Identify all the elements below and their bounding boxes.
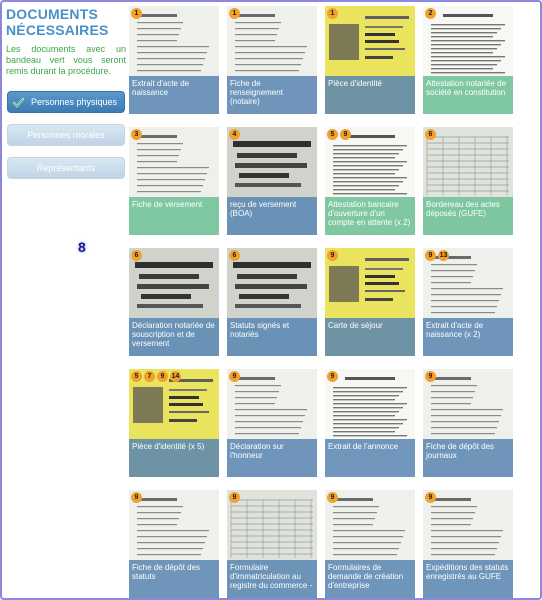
document-card[interactable]: 1 Fiche de renseignement (notaire) bbox=[227, 6, 317, 114]
document-card[interactable]: 9 Formulaires de demande de création d'en… bbox=[325, 490, 415, 598]
step-number-badge: 6 bbox=[131, 250, 142, 261]
step-number-badge: 1 bbox=[229, 8, 240, 19]
document-card[interactable]: 5 9 Attestation bancaire d'ouverture d'un … bbox=[325, 127, 415, 235]
document-label: Pièce d'identité bbox=[325, 76, 415, 114]
nav-button-label: Représentants bbox=[36, 163, 96, 173]
document-card[interactable]: 9 Formulaire d'immatriculation au registr… bbox=[227, 490, 317, 598]
document-label: Fiche de versement bbox=[129, 197, 219, 235]
nav-button-label: Personnes physiques bbox=[31, 97, 118, 107]
document-card[interactable]: 3 Fiche de versement bbox=[129, 127, 219, 235]
document-label: Statuts signés et notariés bbox=[227, 318, 317, 356]
document-label: Déclaration sur l'honneur bbox=[227, 439, 317, 477]
checkmark-icon bbox=[12, 96, 25, 109]
document-card[interactable]: 9 Fiche de dépôt des journaux bbox=[423, 369, 513, 477]
nav-personnes-physiques-button[interactable]: Personnes physiques bbox=[7, 91, 125, 113]
document-card[interactable]: 9 Expéditions des statuts enregistrés au … bbox=[423, 490, 513, 598]
step-number-badge: 5 bbox=[327, 129, 338, 140]
step-number-badge: 9 bbox=[327, 371, 338, 382]
document-label: Extrait d'acte de naissance bbox=[129, 76, 219, 114]
document-count: 8 bbox=[78, 239, 86, 255]
step-number-badge: 5 bbox=[131, 371, 142, 382]
page-title: DOCUMENTS NÉCESSAIRES bbox=[6, 6, 126, 38]
document-label: reçu de versement (BOA) bbox=[227, 197, 317, 235]
step-number-badge: 1 bbox=[131, 8, 142, 19]
step-number-badge: 2 bbox=[425, 8, 436, 19]
step-number-badge: 13 bbox=[438, 250, 449, 261]
document-card[interactable]: 9 Déclaration sur l'honneur bbox=[227, 369, 317, 477]
document-card[interactable]: 2 Attestation notariée de société en cons… bbox=[423, 6, 513, 114]
title-line-2: NÉCESSAIRES bbox=[6, 22, 109, 38]
document-label: Expéditions des statuts enregistrés au G… bbox=[423, 560, 513, 598]
step-number-badge: 1 bbox=[327, 8, 338, 19]
step-number-badge: 9 bbox=[425, 371, 436, 382]
document-label: Extrait de l'annonce bbox=[325, 439, 415, 477]
document-card[interactable]: 6 Statuts signés et notariés bbox=[227, 248, 317, 356]
step-number-badge: 7 bbox=[144, 371, 155, 382]
document-label: Déclaration notariée de souscription et … bbox=[129, 318, 219, 356]
document-card[interactable]: 9 Extrait de l'annonce bbox=[325, 369, 415, 477]
step-number-badge: 9 bbox=[425, 250, 436, 261]
document-label: Extrait d'acte de naissance (x 2) bbox=[423, 318, 513, 356]
document-label: Fiche de dépôt des statuts bbox=[129, 560, 219, 598]
document-label: Formulaires de demande de création d'ent… bbox=[325, 560, 415, 598]
step-number-badge: 9 bbox=[131, 492, 142, 503]
document-label: Attestation bancaire d'ouverture d'un co… bbox=[325, 197, 415, 235]
document-card[interactable]: 1 Pièce d'identité bbox=[325, 6, 415, 114]
step-number-badge: 9 bbox=[425, 492, 436, 503]
step-number-badge: 3 bbox=[131, 129, 142, 140]
step-number-badge: 9 bbox=[327, 250, 338, 261]
document-card[interactable]: 1 Extrait d'acte de naissance bbox=[129, 6, 219, 114]
document-card[interactable]: 4 reçu de versement (BOA) bbox=[227, 127, 317, 235]
document-card[interactable]: 9 Carte de séjour bbox=[325, 248, 415, 356]
nav-personnes-morales-button[interactable]: Personnes morales bbox=[7, 124, 125, 146]
step-number-badge: 14 bbox=[170, 371, 181, 382]
step-number-badge: 9 bbox=[327, 492, 338, 503]
document-label: Formulaire d'immatriculation au registre… bbox=[227, 560, 317, 598]
intro-text: Les documents avec un bandeau vert vous … bbox=[6, 44, 126, 76]
document-label: Pièce d'identité (x 5) bbox=[129, 439, 219, 477]
document-card[interactable]: 9 Fiche de dépôt des statuts bbox=[129, 490, 219, 598]
document-label: Attestation notariée de société en const… bbox=[423, 76, 513, 114]
nav-button-label: Personnes morales bbox=[27, 130, 105, 140]
step-number-badge: 9 bbox=[157, 371, 168, 382]
title-line-1: DOCUMENTS bbox=[6, 6, 99, 22]
step-number-badge: 4 bbox=[229, 129, 240, 140]
step-number-badge: 9 bbox=[340, 129, 351, 140]
document-card[interactable]: 6 Bordereau des actes déposés (GUFE) bbox=[423, 127, 513, 235]
step-number-badge: 6 bbox=[229, 250, 240, 261]
document-card[interactable]: 6 Déclaration notariée de souscription et… bbox=[129, 248, 219, 356]
document-card[interactable]: 5 7 9 14 Pièce d'identité (x 5) bbox=[129, 369, 219, 477]
document-label: Bordereau des actes déposés (GUFE) bbox=[423, 197, 513, 235]
document-label: Fiche de dépôt des journaux bbox=[423, 439, 513, 477]
document-label: Carte de séjour bbox=[325, 318, 415, 356]
step-number-badge: 9 bbox=[229, 492, 240, 503]
document-label: Fiche de renseignement (notaire) bbox=[227, 76, 317, 114]
step-number-badge: 9 bbox=[229, 371, 240, 382]
step-number-badge: 6 bbox=[425, 129, 436, 140]
sidebar: DOCUMENTS NÉCESSAIRES Les documents avec… bbox=[6, 6, 126, 179]
document-card[interactable]: 9 13 Extrait d'acte de naissance (x 2) bbox=[423, 248, 513, 356]
nav-representants-button[interactable]: Représentants bbox=[7, 157, 125, 179]
